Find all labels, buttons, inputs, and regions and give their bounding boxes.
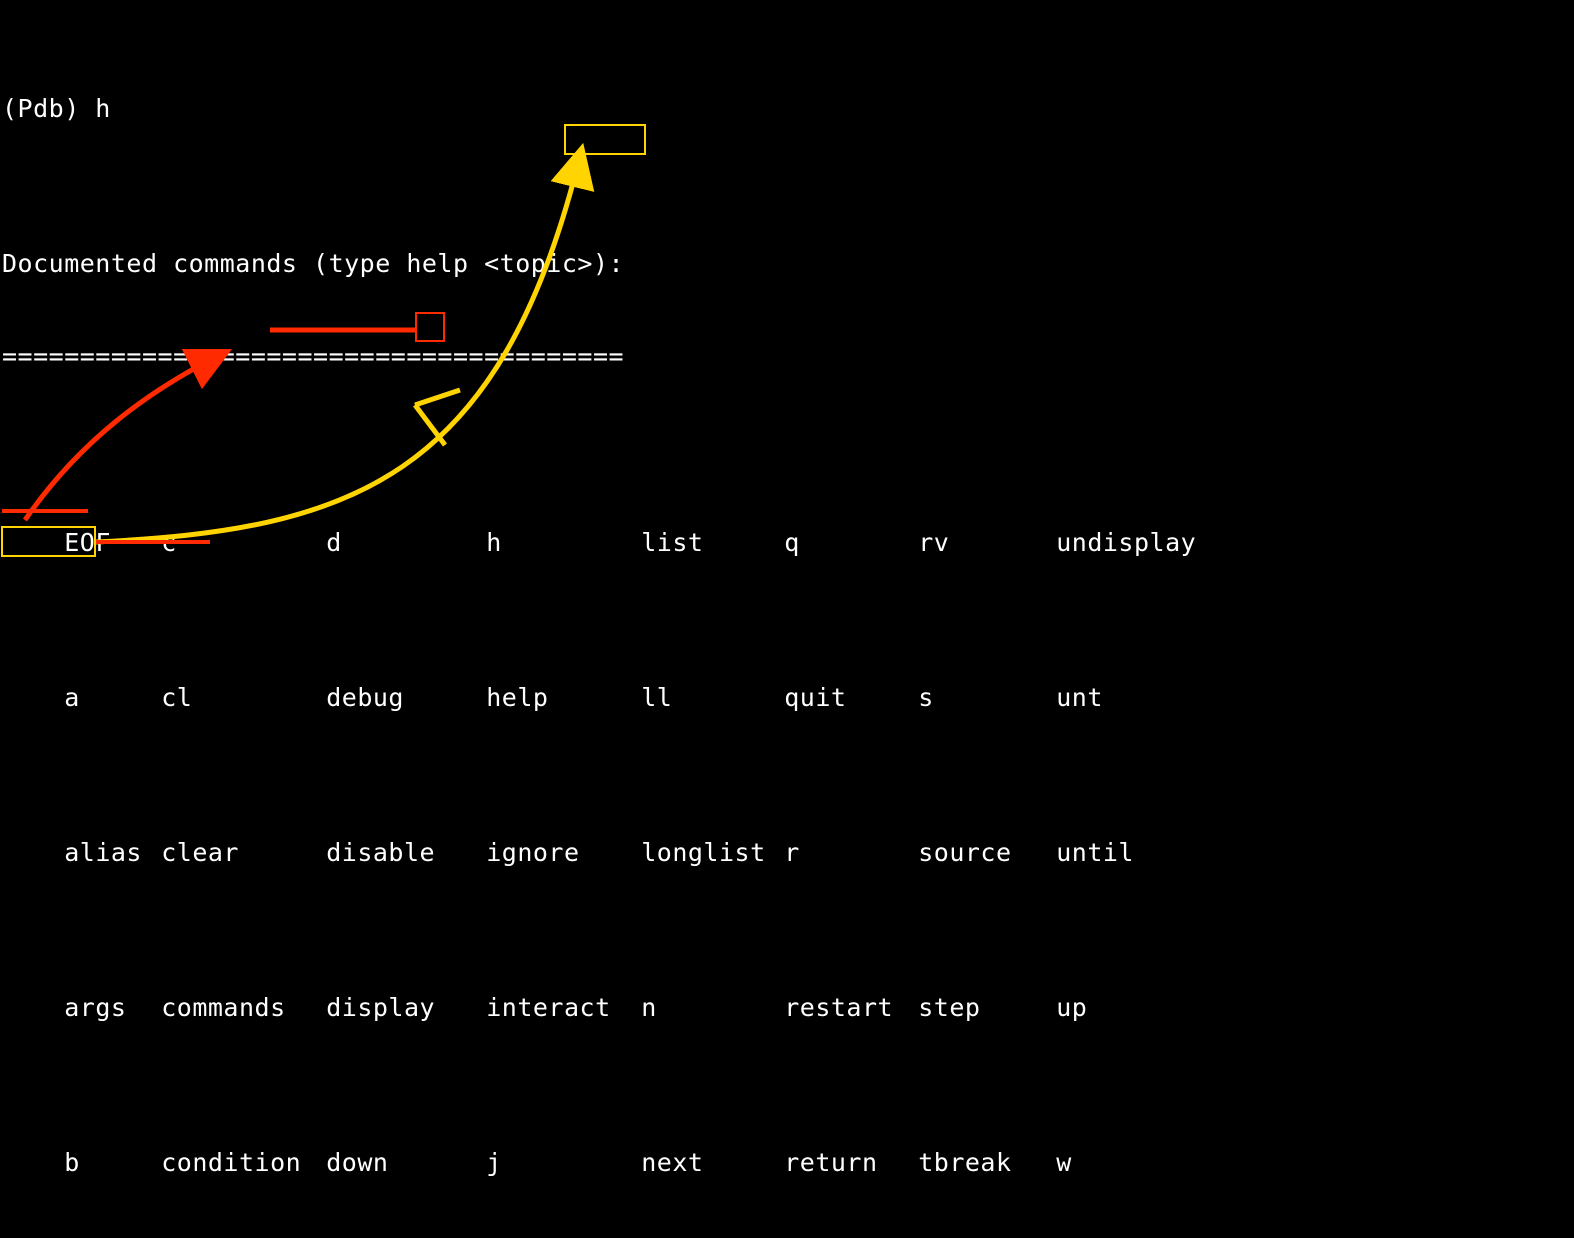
- cmd-cell: EOF: [64, 527, 161, 558]
- cmd-cell: unt: [1056, 682, 1204, 713]
- cmd-row-0: EOFcdhlistqrvundisplay: [2, 496, 1574, 589]
- cmd-row-4: bconditiondownjnextreturntbreakw: [2, 1116, 1574, 1209]
- cmd-cell: ignore: [486, 837, 641, 868]
- cmd-cell: longlist: [641, 837, 784, 868]
- cmd-cell: interact: [486, 992, 641, 1023]
- highlight-list-box: [564, 124, 646, 155]
- cmd-row-2: aliascleardisableignorelonglistrsourceun…: [2, 806, 1574, 899]
- cmd-cell: commands: [161, 992, 326, 1023]
- terminal-output: (Pdb) h Documented commands (type help <…: [0, 0, 1574, 1238]
- cmd-cell: debug: [326, 682, 486, 713]
- cmd-cell: help: [486, 682, 641, 713]
- cmd-cell: next: [641, 1147, 784, 1178]
- cmd-row-1: acldebughelpllquitsunt: [2, 651, 1574, 744]
- yellow-arrow-tail-icon: [415, 390, 460, 445]
- cmd-cell: display: [326, 992, 486, 1023]
- prompt-line-1: (Pdb) h: [2, 93, 1574, 124]
- documented-rule: ========================================: [2, 341, 1574, 372]
- cmd-cell: step: [918, 992, 1056, 1023]
- cmd-cell: source: [918, 837, 1056, 868]
- cmd-cell: a: [64, 682, 161, 713]
- cmd-cell: ll: [641, 682, 784, 713]
- cmd-cell: h: [486, 527, 641, 558]
- cmd-cell: r: [784, 837, 918, 868]
- cmd-cell: d: [326, 527, 486, 558]
- cmd-cell: cl: [161, 682, 326, 713]
- cmd-cell: q: [784, 527, 918, 558]
- cmd-cell: undisplay: [1056, 527, 1204, 558]
- cmd-cell: n: [641, 992, 784, 1023]
- cmd-cell: until: [1056, 837, 1204, 868]
- cmd-cell: disable: [326, 837, 486, 868]
- cmd-cell: s: [918, 682, 1056, 713]
- cmd-cell: clear: [161, 837, 326, 868]
- cmd-cell: return: [784, 1147, 918, 1178]
- cmd-cell: condition: [161, 1147, 326, 1178]
- cmd-cell: c: [161, 527, 326, 558]
- cmd-cell: down: [326, 1147, 486, 1178]
- cmd-cell: alias: [64, 837, 161, 868]
- cmd-cell-list: list: [641, 527, 784, 558]
- cmd-cell: quit: [784, 682, 918, 713]
- cmd-cell: up: [1056, 992, 1204, 1023]
- cmd-cell: j: [486, 1147, 641, 1178]
- cmd-cell: w: [1056, 1147, 1204, 1178]
- cmd-row-3: argscommandsdisplayinteractnrestartstepu…: [2, 961, 1574, 1054]
- cmd-cell: tbreak: [918, 1147, 1056, 1178]
- documented-header: Documented commands (type help <topic>):: [2, 248, 1574, 279]
- cmd-cell: rv: [918, 527, 1056, 558]
- cmd-cell: args: [64, 992, 161, 1023]
- cmd-cell: b: [64, 1147, 161, 1178]
- highlight-l-box: [415, 312, 445, 342]
- cmd-cell: restart: [784, 992, 918, 1023]
